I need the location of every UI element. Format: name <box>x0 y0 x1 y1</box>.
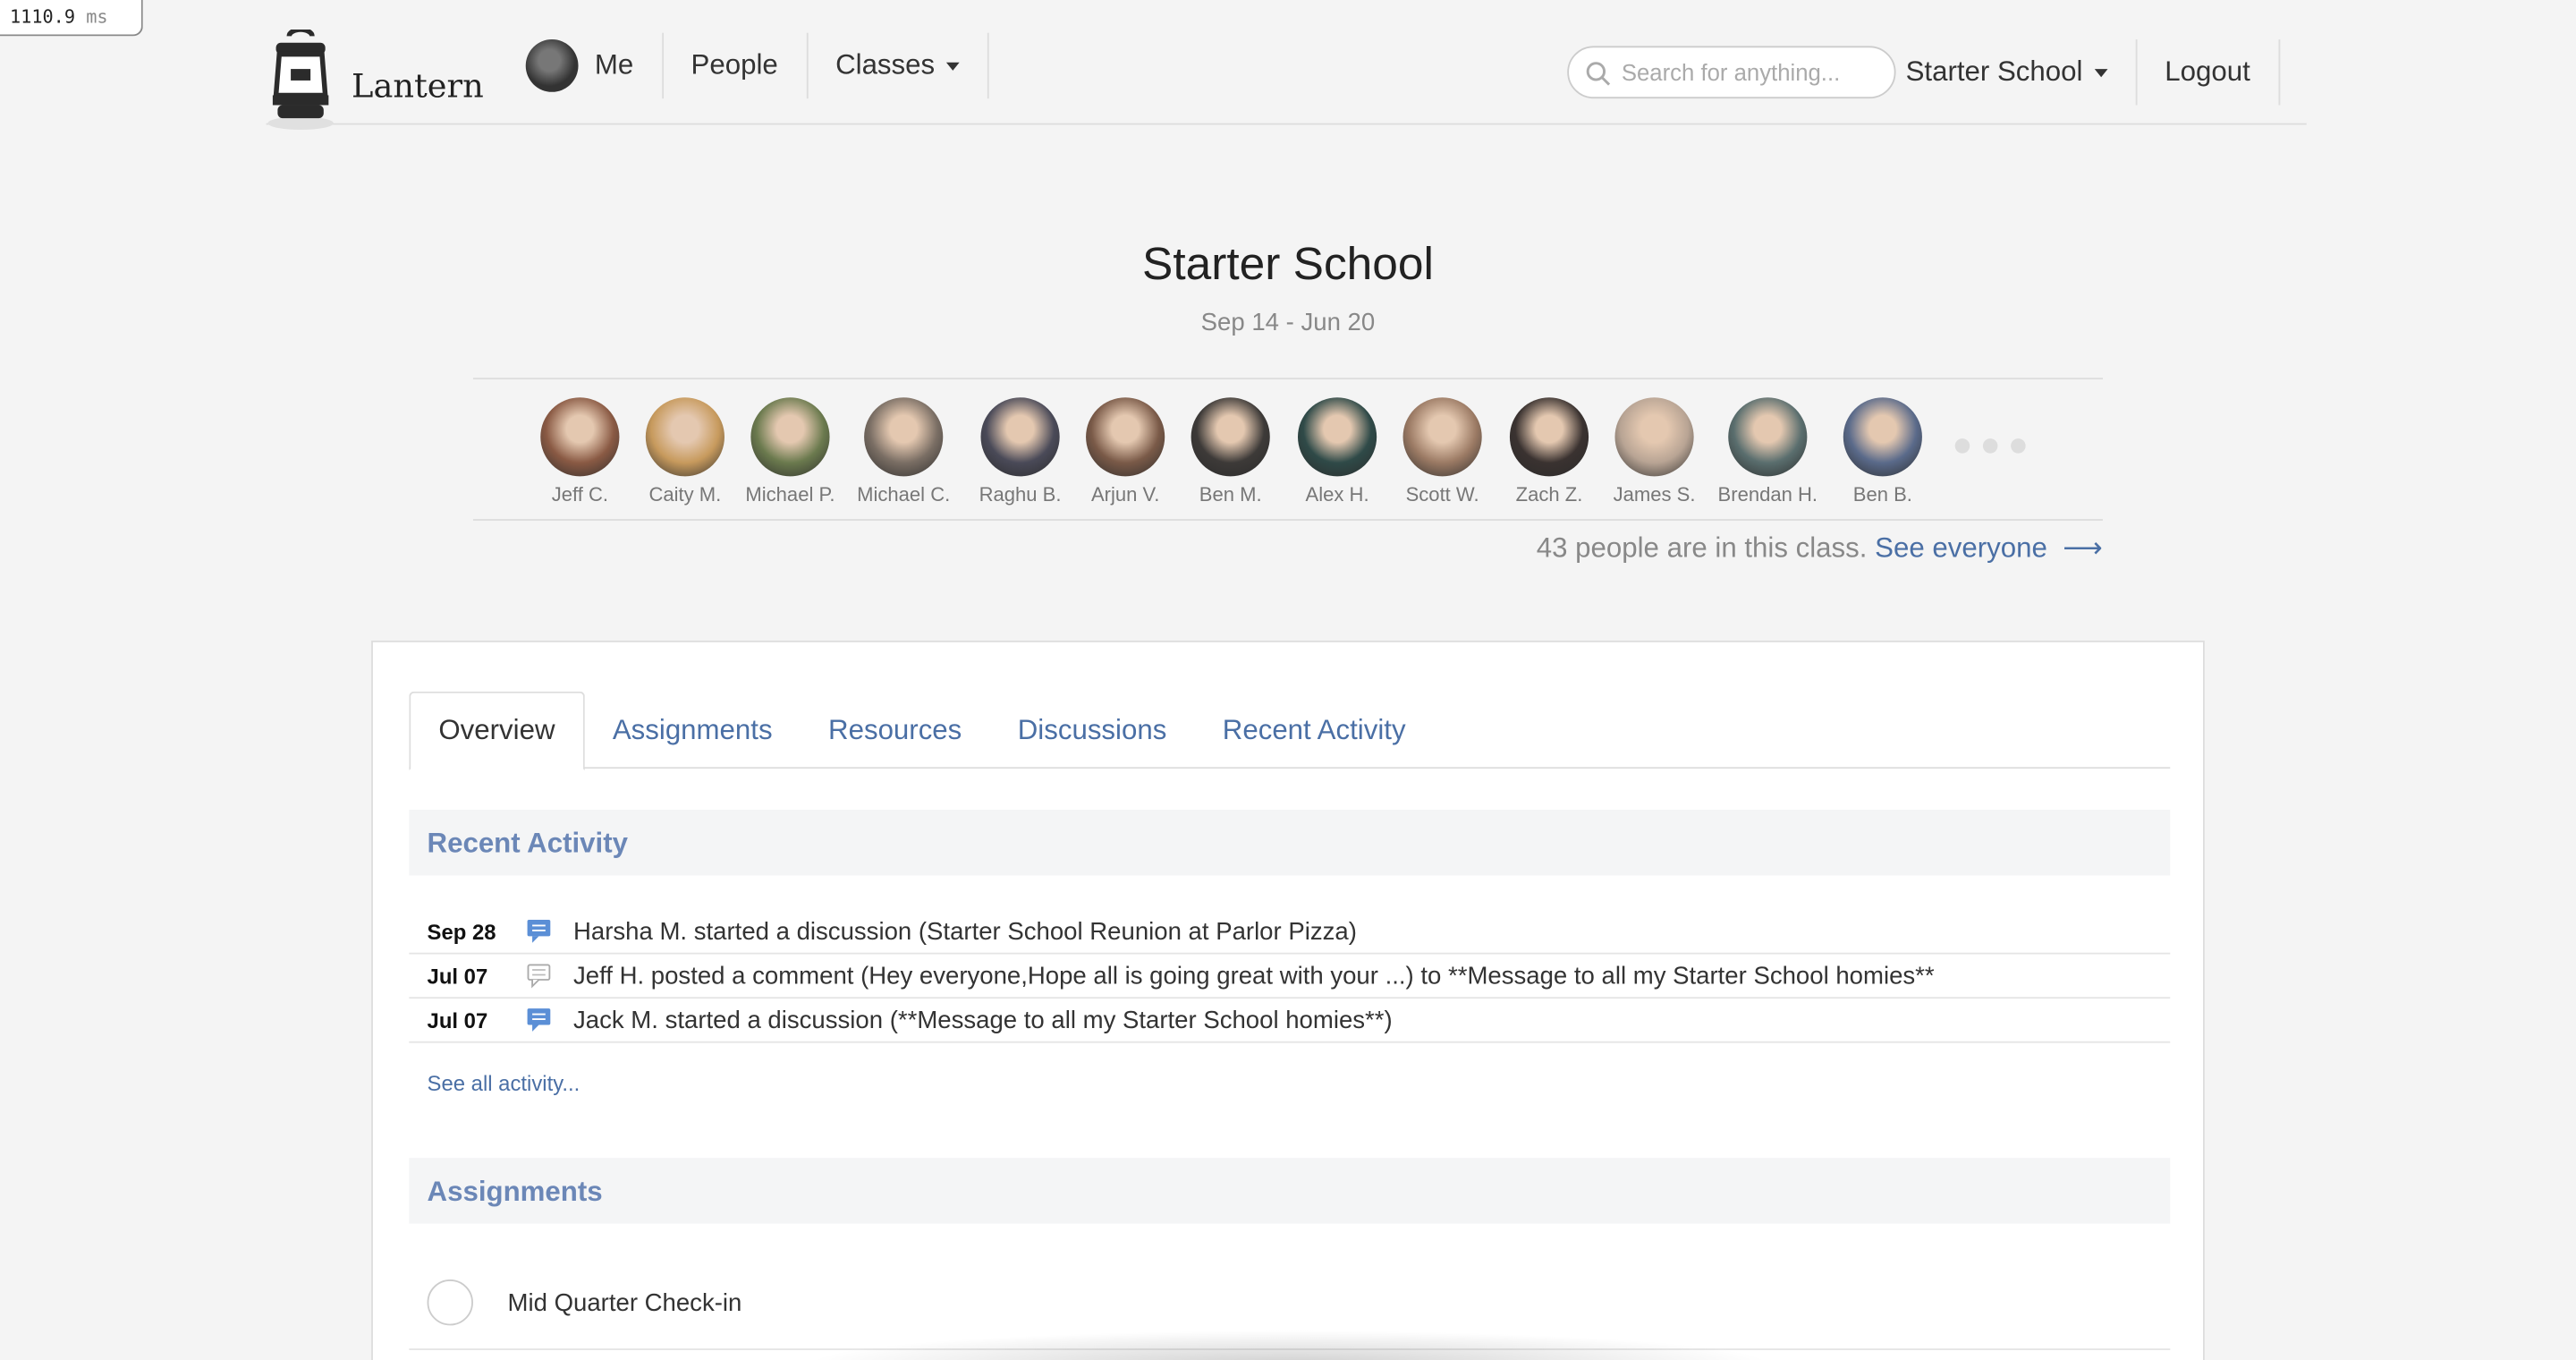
discussion-icon <box>514 1007 564 1033</box>
logo-text: Lantern <box>352 64 484 105</box>
lantern-icon <box>267 27 335 140</box>
avatar <box>525 39 579 92</box>
person-1[interactable]: Caity M. <box>632 397 738 506</box>
logout-label: Logout <box>2165 55 2250 88</box>
tab-discussions[interactable]: Discussions <box>990 692 1195 769</box>
activity-date: Jul 07 <box>427 1007 488 1033</box>
see-all-activity-link[interactable]: See all activity... <box>428 1071 580 1096</box>
nav-people-label: People <box>691 49 778 81</box>
person-12[interactable]: Ben B. <box>1830 397 1936 506</box>
person-9[interactable]: Zach Z. <box>1496 397 1602 506</box>
assignment-status-circle[interactable] <box>427 1279 473 1326</box>
right-nav: Starter School Logout <box>1896 33 2280 112</box>
person-4[interactable]: Raghu B. <box>968 397 1073 506</box>
activity-text: Jack M. started a discussion (**Message … <box>573 1006 1393 1034</box>
more-people-icon[interactable] <box>1954 438 2026 454</box>
nav-classes-label: Classes <box>835 49 936 81</box>
person-name: Brendan H. <box>1717 482 1818 506</box>
search-icon <box>1586 62 1611 86</box>
class-panel: Overview Assignments Resources Discussio… <box>371 640 2205 1360</box>
search-input[interactable]: Search for anything... <box>1567 46 1896 99</box>
comment-icon <box>514 963 564 989</box>
school-dropdown[interactable]: Starter School <box>1896 39 2138 106</box>
person-name: Ben M. <box>1199 482 1262 506</box>
avatar <box>540 397 620 477</box>
nav-people[interactable]: People <box>663 32 808 99</box>
person-8[interactable]: Scott W. <box>1390 397 1496 506</box>
avatar <box>1297 397 1377 477</box>
tab-overview[interactable]: Overview <box>409 691 585 770</box>
logout-link[interactable]: Logout <box>2137 39 2280 106</box>
nav-me-label: Me <box>594 49 634 81</box>
person-name: Zach Z. <box>1515 482 1583 506</box>
person-name: Ben B. <box>1852 482 1912 506</box>
activity-date: Sep 28 <box>427 919 496 944</box>
logo[interactable]: Lantern <box>267 27 484 140</box>
render-timer: 1110.9 ms <box>0 0 143 37</box>
avatar <box>1402 397 1482 477</box>
list-item[interactable]: Jul 07 Jack M. started a discussion (**M… <box>409 999 2171 1043</box>
search-placeholder: Search for anything... <box>1621 59 1841 86</box>
person-name: Arjun V. <box>1090 482 1160 506</box>
chevron-down-icon <box>945 61 960 71</box>
discussion-icon <box>514 918 564 944</box>
person-5[interactable]: Arjun V. <box>1072 397 1178 506</box>
person-name: Alex H. <box>1305 482 1369 506</box>
avatar <box>980 397 1060 477</box>
avatar <box>1086 397 1165 477</box>
activity-date: Jul 07 <box>427 963 488 989</box>
class-dates: Sep 14 - Jun 20 <box>1200 309 1376 337</box>
person-name: Scott W. <box>1405 482 1479 506</box>
person-name: Michael P. <box>745 482 835 506</box>
person-6[interactable]: Ben M. <box>1178 397 1284 506</box>
person-0[interactable]: Jeff C. <box>528 397 633 506</box>
timer-unit: ms <box>86 6 108 29</box>
tab-recent-activity[interactable]: Recent Activity <box>1195 692 1434 769</box>
people-count-text: 43 people are in this class. <box>1536 531 1868 564</box>
school-dropdown-label: Starter School <box>1905 55 2083 88</box>
activity-text: Jeff H. posted a comment (Hey everyone,H… <box>573 961 1935 990</box>
person-10[interactable]: James S. <box>1602 397 1707 506</box>
person-name: Michael C. <box>857 482 951 506</box>
people-count: 43 people are in this class. See everyon… <box>1537 532 2103 565</box>
person-7[interactable]: Alex H. <box>1284 397 1390 506</box>
avatar <box>1728 397 1808 477</box>
chevron-down-icon <box>2094 68 2107 77</box>
activity-list: Sep 28 Harsha M. started a discussion (S… <box>409 910 2171 1043</box>
arrow-right-icon: ⟶ <box>2063 531 2103 564</box>
avatar <box>1614 397 1694 477</box>
tab-bar: Overview Assignments Resources Discussio… <box>409 691 2171 770</box>
person-name: Caity M. <box>648 482 722 506</box>
person-3[interactable]: Michael C. <box>851 397 956 506</box>
assignments-heading: Assignments <box>409 1158 2171 1224</box>
tab-resources[interactable]: Resources <box>801 692 990 769</box>
avatar <box>1843 397 1922 477</box>
nav-me[interactable]: Me <box>506 32 664 99</box>
activity-text: Harsha M. started a discussion (Starter … <box>573 917 1357 946</box>
nav-classes[interactable]: Classes <box>808 32 989 99</box>
see-everyone-link[interactable]: See everyone ⟶ <box>1875 532 2103 564</box>
recent-activity-heading: Recent Activity <box>409 810 2171 876</box>
list-item[interactable]: Jul 07 Jeff H. posted a comment (Hey eve… <box>409 955 2171 999</box>
top-header: Lantern Me People Classes Search for any… <box>266 20 2307 131</box>
page-title: Starter School <box>1142 238 1434 290</box>
avatar <box>1509 397 1589 477</box>
people-strip: Jeff C. Caity M. Michael P. Michael C. Raghu… <box>472 378 2103 521</box>
see-everyone-label: See everyone <box>1875 531 2047 564</box>
avatar <box>1191 397 1270 477</box>
list-item[interactable]: Sep 28 Harsha M. started a discussion (S… <box>409 910 2171 955</box>
tab-assignments[interactable]: Assignments <box>585 692 801 769</box>
main-nav: Me People Classes <box>506 26 989 105</box>
timer-value: 1110.9 <box>10 6 76 29</box>
person-name: Raghu B. <box>979 482 1062 506</box>
assignment-label: Mid Quarter Check-in <box>507 1288 742 1317</box>
person-2[interactable]: Michael P. <box>738 397 843 506</box>
bottom-shadow <box>804 1330 1775 1360</box>
avatar <box>645 397 724 477</box>
person-name: Jeff C. <box>551 482 609 506</box>
person-name: James S. <box>1613 482 1696 506</box>
person-11[interactable]: Brendan H. <box>1716 397 1821 506</box>
avatar <box>864 397 944 477</box>
avatar <box>750 397 830 477</box>
